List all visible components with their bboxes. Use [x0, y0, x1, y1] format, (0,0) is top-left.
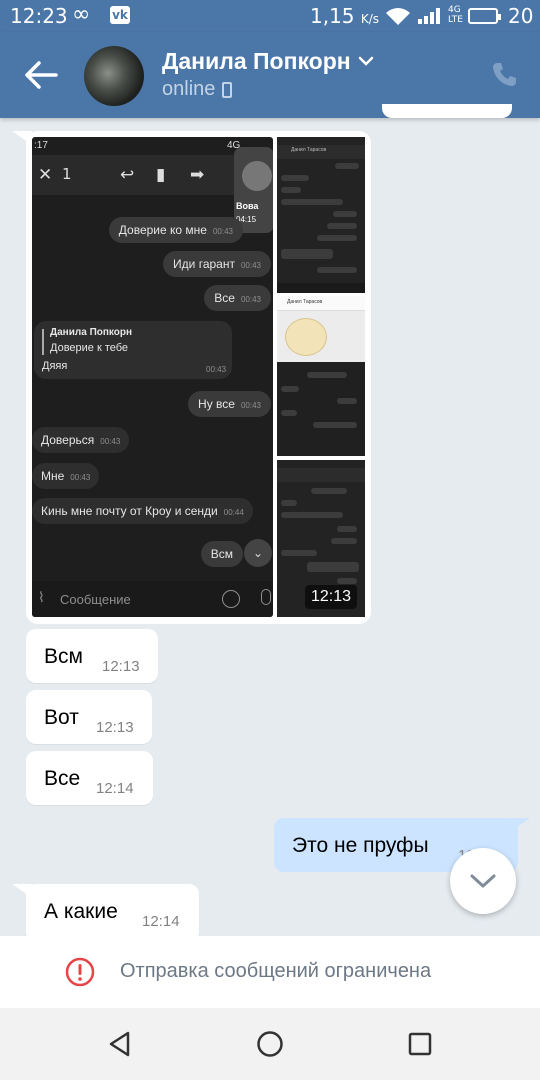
attach-icon: ⌇	[38, 590, 45, 606]
signal-icon	[418, 8, 440, 24]
message-bubble[interactable]: А какие 12:14	[26, 884, 199, 942]
shot-message: Ну все 00:43	[188, 391, 271, 417]
wifi-icon	[386, 8, 410, 25]
vk-icon: vk	[110, 6, 130, 24]
system-nav-bar	[0, 1008, 540, 1080]
shot-message: Доверься 00:43	[32, 427, 130, 453]
restriction-text: Отправка сообщений ограничена	[120, 960, 432, 982]
mic-icon	[261, 589, 271, 605]
message-text: Это не пруфы	[292, 834, 429, 857]
shot-input-bar: ⌇ Сообщение	[32, 581, 273, 617]
chevron-down-icon[interactable]	[358, 56, 374, 66]
shot-scroll-down-icon: ⌄	[244, 539, 272, 567]
trash-icon: ▮	[156, 165, 166, 185]
warning-icon	[65, 957, 95, 987]
status-bar: 12:23 ∞ vk 1,15 K/s 4G LTE 20	[0, 0, 540, 32]
avatar[interactable]	[84, 46, 144, 106]
network-speed: 1,15 K/s	[310, 4, 380, 28]
scroll-down-button[interactable]	[450, 848, 516, 914]
shot-message: Все 00:43	[204, 285, 271, 311]
home-circle-icon[interactable]	[256, 1030, 284, 1058]
back-arrow-icon[interactable]	[22, 58, 60, 92]
thumbnail-image[interactable]: Данил Тарасов	[277, 137, 365, 293]
close-icon: ✕	[38, 165, 53, 185]
selected-count: 1	[62, 165, 72, 183]
shot-reply-message: Данила Попкорн Доверие к тебе Дяяя 00:43	[34, 321, 232, 379]
message-bubble[interactable]: Вот 12:13	[26, 690, 152, 744]
status-time: 12:23	[10, 4, 68, 28]
message-text: Все	[44, 767, 81, 790]
forward-icon: ➡	[190, 165, 205, 185]
emoji-icon	[222, 590, 240, 608]
chevron-down-icon	[470, 874, 496, 888]
back-triangle-icon[interactable]	[106, 1030, 134, 1058]
previous-message-edge	[382, 104, 512, 118]
message-bubble[interactable]: Все 12:14	[26, 751, 153, 805]
phone-call-icon[interactable]	[490, 60, 518, 88]
message-time: 12:13	[96, 719, 134, 736]
shot-message: Кинь мне почту от Кроу и сенди 00:44	[32, 498, 253, 524]
video-call-preview: Вова 04:15	[234, 147, 273, 233]
message-bubble[interactable]: Всм 12:13	[26, 629, 158, 683]
message-text: А какие	[44, 900, 118, 923]
online-status: online	[162, 78, 216, 100]
contact-name[interactable]: Данила Попкорн	[162, 48, 351, 75]
message-text: Всм	[44, 645, 83, 668]
shot-message: Иди гарант 00:43	[163, 251, 271, 277]
restriction-notice: Отправка сообщений ограничена	[0, 936, 540, 1008]
message-time: 12:14	[96, 780, 134, 797]
shot-message: Всм	[200, 541, 243, 567]
infinity-icon: ∞	[72, 2, 91, 27]
thumbnail-image[interactable]: Данил Тарасов	[277, 296, 365, 456]
shot-message: Мне 00:43	[32, 463, 100, 489]
mobile-icon	[222, 82, 232, 98]
recents-square-icon[interactable]	[406, 1030, 434, 1058]
message-time: 12:14	[142, 913, 180, 930]
message-text: Вот	[44, 706, 79, 729]
message-time: 12:13	[102, 658, 140, 675]
media-time-badge: 12:13	[305, 585, 357, 609]
battery-level: 20	[508, 4, 534, 28]
lte-indicator: 4G LTE	[448, 5, 463, 25]
battery-icon	[468, 8, 501, 24]
screenshot-image[interactable]: :17 4G ✕ 1 ↩ ▮ ➡ Вова 04:15 Доверие ко м…	[32, 137, 273, 617]
reply-icon: ↩	[120, 165, 135, 185]
shot-message: Доверие ко мне 00:43	[108, 217, 243, 243]
